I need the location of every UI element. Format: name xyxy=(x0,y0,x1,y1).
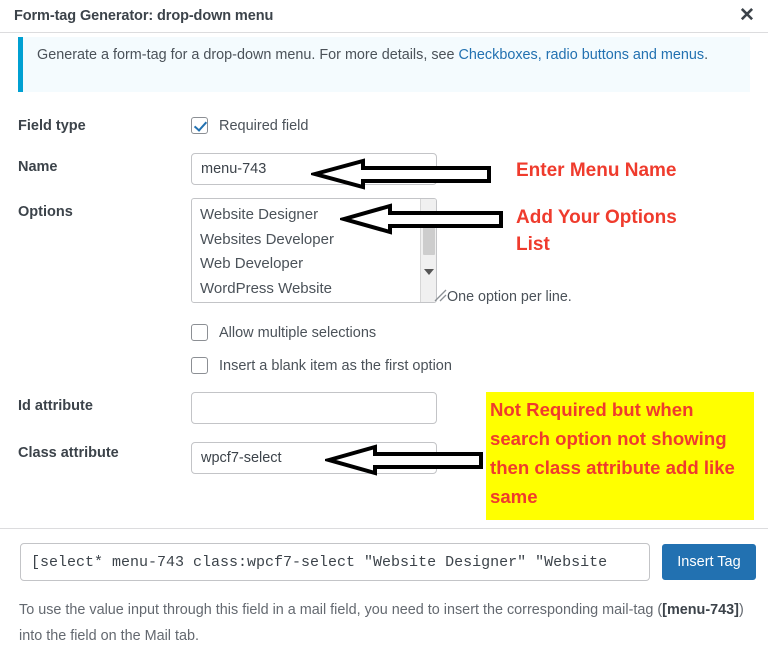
insert-blank-row[interactable]: Insert a blank item as the first option xyxy=(191,357,452,374)
docs-link[interactable]: Checkboxes, radio buttons and menus xyxy=(459,47,705,63)
required-field-label: Required field xyxy=(219,117,309,134)
description-text: Generate a form-tag for a drop-down menu… xyxy=(37,44,740,66)
chevron-down-icon[interactable] xyxy=(424,269,434,275)
annotation-arrow-class xyxy=(325,444,483,476)
generated-tag-input[interactable] xyxy=(20,543,650,581)
option-line: Web Developer xyxy=(200,255,304,272)
close-icon[interactable]: ✕ xyxy=(735,4,759,28)
footer-divider xyxy=(0,528,768,529)
id-attribute-input[interactable] xyxy=(191,392,437,424)
annotation-class-note: Not Required but when search option not … xyxy=(486,392,754,520)
mail-tag-help: To use the value input through this fiel… xyxy=(19,597,749,649)
dialog-titlebar: Form-tag Generator: drop-down menu ✕ xyxy=(0,0,768,33)
class-attribute-label: Class attribute xyxy=(18,445,119,461)
options-label: Options xyxy=(18,204,73,220)
description-text-before: Generate a form-tag for a drop-down menu… xyxy=(37,47,459,63)
required-field-checkbox[interactable] xyxy=(191,117,208,134)
insert-tag-button[interactable]: Insert Tag xyxy=(662,544,756,580)
annotation-options-note: Add Your Options List xyxy=(516,207,677,255)
annotation-arrow-options xyxy=(340,203,503,235)
annotation-arrow-name xyxy=(311,158,491,190)
required-field-row[interactable]: Required field xyxy=(191,117,308,134)
allow-multiple-checkbox[interactable] xyxy=(191,324,208,341)
insert-blank-checkbox[interactable] xyxy=(191,357,208,374)
allow-multiple-label: Allow multiple selections xyxy=(219,324,377,341)
allow-multiple-row[interactable]: Allow multiple selections xyxy=(191,324,376,341)
dialog-title: Form-tag Generator: drop-down menu xyxy=(14,8,274,24)
name-label: Name xyxy=(18,159,58,175)
insert-blank-label: Insert a blank item as the first option xyxy=(219,357,452,374)
mail-tag-help-line1: To use the value input through this fiel… xyxy=(19,602,654,618)
option-line: WordPress Website xyxy=(200,279,332,297)
id-attribute-label: Id attribute xyxy=(18,398,93,414)
description-text-after: . xyxy=(704,47,709,63)
mail-tag-code: [menu-743] xyxy=(662,602,739,618)
resize-grip-icon[interactable] xyxy=(433,288,447,302)
description-callout: Generate a form-tag for a drop-down menu… xyxy=(18,37,750,92)
field-type-label: Field type xyxy=(18,118,86,134)
annotation-name-note: Enter Menu Name xyxy=(516,160,677,181)
options-hint: One option per line. xyxy=(447,289,572,305)
